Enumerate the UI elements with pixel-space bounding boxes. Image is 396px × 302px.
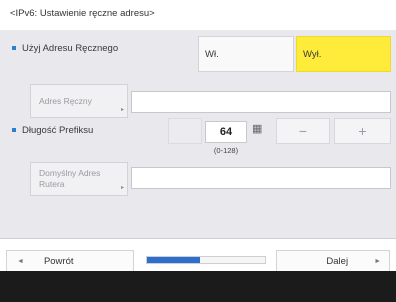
manual-address-button-label: Adres Ręczny bbox=[39, 95, 92, 106]
next-label: Dalej bbox=[326, 255, 349, 267]
bullet-marker bbox=[12, 46, 16, 50]
keypad-icon[interactable]: ▦ bbox=[252, 122, 262, 135]
manual-address-row-label: Użyj Adresu Ręcznego bbox=[12, 40, 118, 56]
increment-button[interactable]: + bbox=[334, 118, 391, 144]
off-button[interactable]: Wył. bbox=[296, 36, 391, 72]
minus-icon: − bbox=[298, 123, 308, 139]
manual-address-label: Użyj Adresu Ręcznego bbox=[22, 42, 119, 54]
prefix-range: (0-128) bbox=[213, 146, 239, 155]
next-arrow-icon: ► bbox=[374, 257, 381, 265]
footer-separator bbox=[0, 238, 396, 239]
next-button[interactable]: Dalej ► bbox=[276, 250, 390, 272]
on-label: Wł. bbox=[205, 48, 219, 60]
prefix-label: Długość Prefiksu bbox=[22, 124, 94, 136]
manual-address-button[interactable]: Adres Ręczny ▸ bbox=[30, 84, 128, 118]
back-button[interactable]: ◄ Powrót bbox=[6, 250, 134, 272]
progress-fill bbox=[147, 257, 201, 263]
bottom-bar bbox=[0, 271, 396, 302]
manual-address-input[interactable] bbox=[131, 91, 391, 113]
off-label: Wył. bbox=[303, 48, 322, 60]
router-address-input[interactable] bbox=[131, 167, 391, 189]
router-address-button[interactable]: Domyślny Adres Rutera ▸ bbox=[30, 162, 128, 196]
corner-arrow-icon: ▸ bbox=[120, 185, 124, 191]
bullet-marker bbox=[12, 128, 16, 132]
plus-icon: + bbox=[358, 123, 367, 139]
router-address-button-label: Domyślny Adres Rutera bbox=[39, 168, 101, 189]
prefix-spacer bbox=[168, 118, 202, 144]
prefix-row-label: Długość Prefiksu bbox=[12, 122, 93, 138]
prefix-length-input[interactable]: 64 bbox=[205, 121, 247, 143]
on-button[interactable]: Wł. bbox=[198, 36, 294, 72]
back-label: Powrót bbox=[43, 255, 74, 267]
corner-arrow-icon: ▸ bbox=[120, 107, 124, 113]
progress-bar bbox=[146, 256, 266, 264]
decrement-button[interactable]: − bbox=[276, 118, 330, 144]
back-arrow-icon: ◄ bbox=[17, 257, 24, 265]
page-title: <IPv6: Ustawienie ręczne adresu> bbox=[10, 8, 155, 19]
